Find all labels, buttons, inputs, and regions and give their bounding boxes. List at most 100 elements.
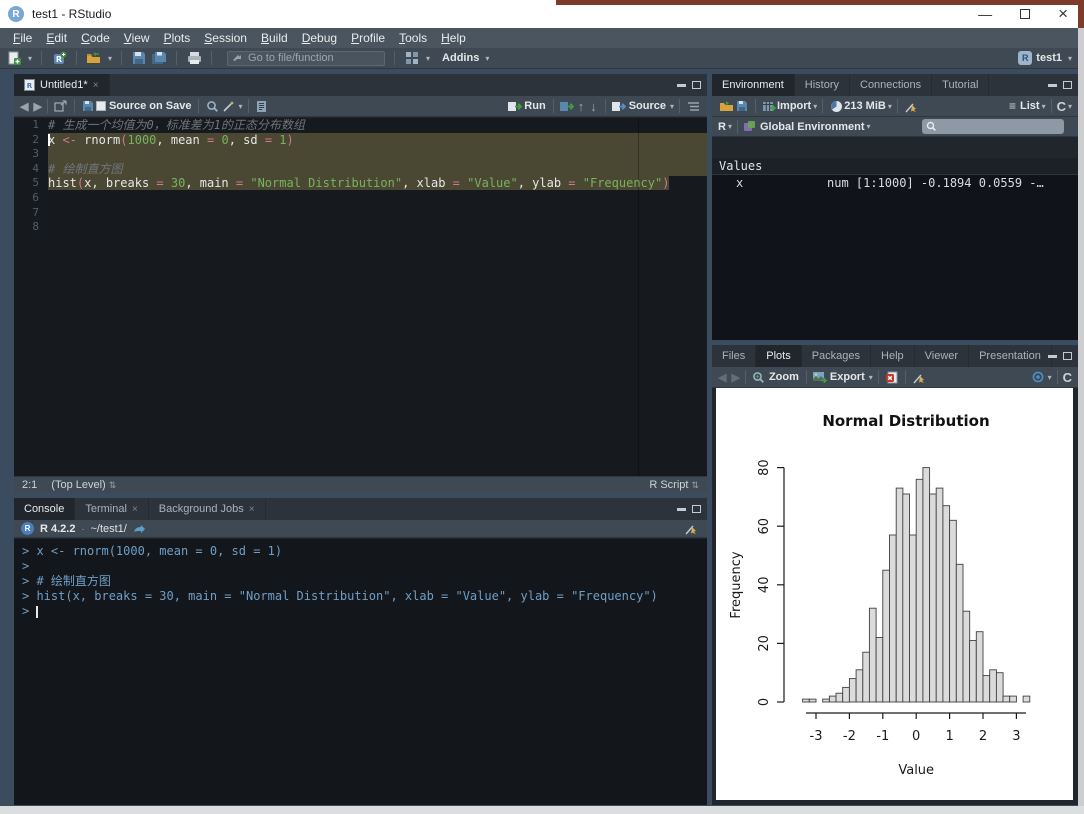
menu-code[interactable]: Code xyxy=(74,28,117,48)
save-workspace-icon[interactable] xyxy=(734,98,750,114)
run-icon[interactable] xyxy=(506,98,522,114)
tab-console[interactable]: Console xyxy=(14,498,75,520)
source-button[interactable]: Source xyxy=(629,100,666,112)
compile-report-icon[interactable] xyxy=(254,98,270,114)
global-env-selector[interactable]: Global Environment xyxy=(760,121,865,133)
list-view-icon[interactable]: ≡ xyxy=(1009,99,1016,113)
tab-tutorial[interactable]: Tutorial xyxy=(932,74,989,96)
addins-grid-icon[interactable] xyxy=(404,50,420,66)
maximize-pane-icon[interactable] xyxy=(692,505,701,513)
minimize-pane-icon[interactable] xyxy=(677,508,686,511)
console-output[interactable]: > x <- rnorm(1000, mean = 0, sd = 1)> > … xyxy=(14,539,707,805)
scope-selector[interactable]: (Top Level)⇅ xyxy=(51,479,116,491)
document-outline-icon[interactable] xyxy=(685,98,701,114)
addins-button[interactable]: Addins xyxy=(442,52,479,64)
menu-edit[interactable]: Edit xyxy=(39,28,74,48)
goto-file-search[interactable]: Go to file/function xyxy=(227,51,385,66)
save-all-icon[interactable] xyxy=(151,50,167,66)
menu-tools[interactable]: Tools xyxy=(392,28,434,48)
minimize-pane-icon[interactable] xyxy=(1048,355,1057,358)
export-caret[interactable]: ▾ xyxy=(869,373,873,382)
maximize-button[interactable] xyxy=(1020,9,1030,19)
tab-untitled1[interactable]: R Untitled1* × xyxy=(14,74,110,96)
open-wd-arrow-icon[interactable] xyxy=(133,523,145,535)
menu-file[interactable]: File xyxy=(6,28,39,48)
language-caret[interactable]: ▾ xyxy=(728,122,732,131)
list-view-caret[interactable]: ▾ xyxy=(1042,102,1046,111)
publish-caret[interactable]: ▾ xyxy=(1048,373,1052,382)
source-on-save-checkbox[interactable] xyxy=(96,98,107,114)
open-file-dropdown-caret[interactable]: ▾ xyxy=(108,54,112,63)
popout-window-icon[interactable] xyxy=(53,98,69,114)
addins-caret[interactable]: ▾ xyxy=(485,54,489,63)
addins-grid-caret[interactable]: ▾ xyxy=(426,54,430,63)
list-view-label[interactable]: List xyxy=(1020,100,1040,112)
next-plot-icon[interactable]: ▶ xyxy=(731,371,739,384)
export-plot-icon[interactable] xyxy=(812,369,828,385)
load-workspace-icon[interactable] xyxy=(718,98,734,114)
rerun-icon[interactable] xyxy=(559,98,575,114)
code-tools-caret[interactable]: ▾ xyxy=(238,102,242,111)
code-tools-wand-icon[interactable] xyxy=(220,98,236,114)
tab-background-jobs[interactable]: Background Jobs× xyxy=(149,498,266,520)
file-type-selector[interactable]: R Script⇅ xyxy=(649,479,699,491)
environment-search-input[interactable] xyxy=(922,119,1064,134)
menu-debug[interactable]: Debug xyxy=(295,28,344,48)
menu-build[interactable]: Build xyxy=(254,28,295,48)
import-caret[interactable]: ▾ xyxy=(813,102,817,111)
minimize-pane-icon[interactable] xyxy=(677,84,686,87)
minimize-pane-icon[interactable] xyxy=(1048,84,1057,87)
tab-close-icon[interactable]: × xyxy=(93,80,99,91)
save-doc-icon[interactable] xyxy=(80,98,96,114)
menu-profile[interactable]: Profile xyxy=(344,28,392,48)
menu-plots[interactable]: Plots xyxy=(157,28,198,48)
code-editor[interactable]: 1# 生成一个均值为0，标准差为1的正态分布数组2x <- rnorm(1000… xyxy=(14,118,707,476)
project-menu[interactable]: R test1 ▾ xyxy=(1018,51,1072,65)
import-dataset-icon[interactable] xyxy=(761,98,777,114)
source-file-icon[interactable] xyxy=(611,98,627,114)
new-file-dropdown-caret[interactable]: ▾ xyxy=(28,54,32,63)
tab-connections[interactable]: Connections xyxy=(850,74,932,96)
tab-plots[interactable]: Plots xyxy=(756,345,801,367)
new-project-icon[interactable]: R xyxy=(51,50,67,66)
new-file-icon[interactable] xyxy=(6,50,22,66)
clear-plots-broom-icon[interactable] xyxy=(911,369,927,385)
forward-icon[interactable]: ▶ xyxy=(33,100,41,113)
save-icon[interactable] xyxy=(131,50,147,66)
go-next-chunk-icon[interactable]: ↓ xyxy=(590,99,597,114)
clear-console-broom-icon[interactable] xyxy=(683,521,699,537)
go-prev-chunk-icon[interactable]: ↑ xyxy=(578,99,585,114)
maximize-pane-icon[interactable] xyxy=(1063,81,1072,89)
tab-close-icon[interactable]: × xyxy=(249,504,255,515)
menu-help[interactable]: Help xyxy=(434,28,473,48)
menu-view[interactable]: View xyxy=(117,28,157,48)
refresh-plot-icon[interactable]: C xyxy=(1063,370,1072,385)
menu-session[interactable]: Session xyxy=(197,28,254,48)
memory-usage-label[interactable]: 213 MiB xyxy=(844,100,886,112)
environment-object-row[interactable]: xnum [1:1000] -0.1894 0.0559 -… xyxy=(712,175,1078,192)
print-icon[interactable] xyxy=(186,50,202,66)
maximize-pane-icon[interactable] xyxy=(692,81,701,89)
language-selector[interactable]: R xyxy=(718,121,726,133)
tab-close-icon[interactable]: × xyxy=(132,504,138,515)
tab-help[interactable]: Help xyxy=(871,345,915,367)
import-button[interactable]: Import xyxy=(777,100,811,112)
tab-files[interactable]: Files xyxy=(712,345,756,367)
clear-environment-broom-icon[interactable] xyxy=(903,98,919,114)
global-env-caret[interactable]: ▾ xyxy=(866,122,870,131)
back-icon[interactable]: ◀ xyxy=(20,100,28,113)
tab-terminal[interactable]: Terminal× xyxy=(75,498,148,520)
publish-icon[interactable] xyxy=(1030,369,1046,385)
tab-presentation[interactable]: Presentation xyxy=(969,345,1052,367)
tab-history[interactable]: History xyxy=(795,74,850,96)
source-caret[interactable]: ▾ xyxy=(670,102,674,111)
maximize-pane-icon[interactable] xyxy=(1063,352,1072,360)
memory-caret[interactable]: ▾ xyxy=(888,102,892,111)
previous-plot-icon[interactable]: ◀ xyxy=(718,371,726,384)
refresh-caret[interactable]: ▾ xyxy=(1068,102,1072,111)
export-button[interactable]: Export xyxy=(830,371,865,383)
run-button[interactable]: Run xyxy=(524,100,545,112)
tab-packages[interactable]: Packages xyxy=(802,345,871,367)
tab-viewer[interactable]: Viewer xyxy=(915,345,969,367)
zoom-plot-icon[interactable] xyxy=(751,369,767,385)
